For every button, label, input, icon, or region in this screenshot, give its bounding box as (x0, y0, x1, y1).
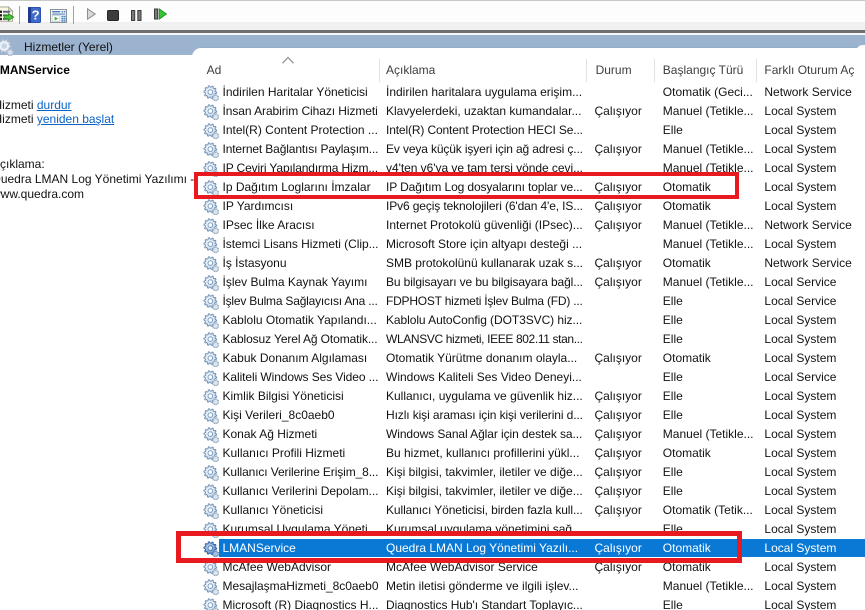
svg-text:?: ? (32, 8, 40, 23)
